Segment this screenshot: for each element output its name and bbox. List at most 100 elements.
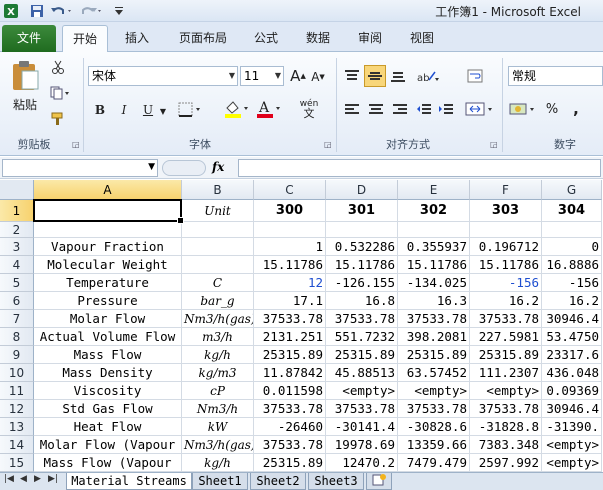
cell-a3[interactable]: Vapour Fraction bbox=[34, 238, 182, 256]
bold-button[interactable]: B bbox=[90, 100, 110, 120]
sheet-tab-sheet3[interactable]: Sheet3 bbox=[308, 473, 364, 490]
cell-d9[interactable]: 25315.89 bbox=[326, 346, 398, 364]
number-format-combo[interactable]: 常规 bbox=[508, 66, 603, 86]
row-header[interactable]: 5 bbox=[0, 274, 34, 292]
cell-d6[interactable]: 16.8 bbox=[326, 292, 398, 310]
column-header-e[interactable]: E bbox=[398, 180, 470, 200]
cell-b12[interactable]: Nm3/h bbox=[182, 400, 254, 418]
cell-c7[interactable]: 37533.78 bbox=[254, 310, 326, 328]
tab-view[interactable]: 视图 bbox=[400, 25, 444, 52]
cell-b9[interactable]: kg/h bbox=[182, 346, 254, 364]
clipboard-launcher-icon[interactable]: ◲ bbox=[72, 140, 80, 149]
cell-b15[interactable]: kg/h bbox=[182, 454, 254, 472]
column-header-g[interactable]: G bbox=[542, 180, 602, 200]
borders-icon[interactable] bbox=[176, 100, 206, 120]
cell-g11[interactable]: 0.09369 bbox=[542, 382, 602, 400]
cell-b5[interactable]: C bbox=[182, 274, 254, 292]
column-header-c[interactable]: C bbox=[254, 180, 326, 200]
cut-icon[interactable] bbox=[48, 58, 68, 76]
currency-icon[interactable] bbox=[508, 98, 538, 120]
cell-d2[interactable] bbox=[326, 222, 398, 238]
cell-e2[interactable] bbox=[398, 222, 470, 238]
cell-g5[interactable]: -156 bbox=[542, 274, 602, 292]
align-center-icon[interactable] bbox=[366, 100, 386, 120]
cell-e5[interactable]: -134.025 bbox=[398, 274, 470, 292]
align-bottom-icon[interactable] bbox=[388, 66, 408, 86]
row-header[interactable]: 12 bbox=[0, 400, 34, 418]
cell-c14[interactable]: 37533.78 bbox=[254, 436, 326, 454]
cell-c8[interactable]: 2131.251 bbox=[254, 328, 326, 346]
cell-c1[interactable]: 300 bbox=[254, 200, 326, 222]
customize-icon[interactable] bbox=[112, 3, 126, 19]
cell-f12[interactable]: 37533.78 bbox=[470, 400, 542, 418]
chevron-down-icon[interactable]: ▼ bbox=[148, 162, 155, 172]
tab-review[interactable]: 审阅 bbox=[348, 25, 392, 52]
fill-color-icon[interactable] bbox=[222, 98, 252, 120]
insert-sheet-icon[interactable] bbox=[366, 473, 392, 490]
cell-d13[interactable]: -30141.4 bbox=[326, 418, 398, 436]
insert-function-button[interactable]: fx bbox=[212, 160, 224, 174]
column-header-d[interactable]: D bbox=[326, 180, 398, 200]
cell-a14[interactable]: Molar Flow (Vapour bbox=[34, 436, 182, 454]
sheet-tab-sheet1[interactable]: Sheet1 bbox=[192, 473, 248, 490]
column-header-f[interactable]: F bbox=[470, 180, 542, 200]
cell-d1[interactable]: 301 bbox=[326, 200, 398, 222]
cell-d14[interactable]: 19978.69 bbox=[326, 436, 398, 454]
cell-g14[interactable]: <empty> bbox=[542, 436, 602, 454]
cell-f11[interactable]: <empty> bbox=[470, 382, 542, 400]
cell-f6[interactable]: 16.2 bbox=[470, 292, 542, 310]
row-header[interactable]: 4 bbox=[0, 256, 34, 274]
cell-f7[interactable]: 37533.78 bbox=[470, 310, 542, 328]
cell-e9[interactable]: 25315.89 bbox=[398, 346, 470, 364]
row-header[interactable]: 8 bbox=[0, 328, 34, 346]
prev-sheet-icon[interactable]: ◀ bbox=[20, 474, 27, 484]
font-name-combo[interactable]: 宋体 ▼ bbox=[88, 66, 238, 86]
cell-g12[interactable]: 30946.4 bbox=[542, 400, 602, 418]
cell-d5[interactable]: -126.155 bbox=[326, 274, 398, 292]
cell-b8[interactable]: m3/h bbox=[182, 328, 254, 346]
italic-button[interactable]: I bbox=[114, 100, 134, 120]
shrink-font-button[interactable]: A ▼ bbox=[310, 68, 326, 86]
cell-g8[interactable]: 53.4750 bbox=[542, 328, 602, 346]
align-middle-icon[interactable] bbox=[364, 65, 386, 87]
cell-e3[interactable]: 0.355937 bbox=[398, 238, 470, 256]
cell-f8[interactable]: 227.5981 bbox=[470, 328, 542, 346]
cell-c10[interactable]: 11.87842 bbox=[254, 364, 326, 382]
sheet-tab-sheet2[interactable]: Sheet2 bbox=[250, 473, 306, 490]
cell-d12[interactable]: 37533.78 bbox=[326, 400, 398, 418]
cell-a5[interactable]: Temperature bbox=[34, 274, 182, 292]
decrease-indent-icon[interactable] bbox=[414, 100, 434, 120]
cell-c2[interactable] bbox=[254, 222, 326, 238]
cell-d8[interactable]: 551.7232 bbox=[326, 328, 398, 346]
cell-f14[interactable]: 7383.348 bbox=[470, 436, 542, 454]
align-left-icon[interactable] bbox=[342, 100, 362, 120]
row-header[interactable]: 10 bbox=[0, 364, 34, 382]
phonetic-icon[interactable]: wén 文 bbox=[292, 98, 326, 120]
cell-c15[interactable]: 25315.89 bbox=[254, 454, 326, 472]
cell-f1[interactable]: 303 bbox=[470, 200, 542, 222]
cell-b10[interactable]: kg/m3 bbox=[182, 364, 254, 382]
undo-icon[interactable] bbox=[50, 3, 74, 19]
last-sheet-icon[interactable]: ▶| bbox=[48, 474, 58, 484]
save-icon[interactable] bbox=[29, 3, 45, 19]
spreadsheet-grid[interactable]: ABCDEFG 1 Unit 300 301 302 303 304 2 3 Vapour Fra… bbox=[0, 180, 603, 472]
tab-home[interactable]: 开始 bbox=[62, 25, 108, 52]
tab-insert[interactable]: 插入 bbox=[114, 25, 160, 52]
cell-d4[interactable]: 15.11786 bbox=[326, 256, 398, 274]
cell-e8[interactable]: 398.2081 bbox=[398, 328, 470, 346]
cell-a12[interactable]: Std Gas Flow bbox=[34, 400, 182, 418]
cell-e1[interactable]: 302 bbox=[398, 200, 470, 222]
cell-f4[interactable]: 15.11786 bbox=[470, 256, 542, 274]
increase-indent-icon[interactable] bbox=[436, 100, 456, 120]
comma-style-icon[interactable]: , bbox=[566, 98, 586, 120]
next-sheet-icon[interactable]: ▶ bbox=[34, 474, 41, 484]
row-header[interactable]: 11 bbox=[0, 382, 34, 400]
underline-button[interactable]: U bbox=[138, 100, 158, 120]
cell-g3[interactable]: 0 bbox=[542, 238, 602, 256]
sheet-tab-material-streams[interactable]: Material Streams bbox=[66, 473, 192, 490]
cell-g6[interactable]: 16.2 bbox=[542, 292, 602, 310]
row-header[interactable]: 7 bbox=[0, 310, 34, 328]
cell-d11[interactable]: <empty> bbox=[326, 382, 398, 400]
cell-a1[interactable] bbox=[34, 200, 182, 222]
cell-b7[interactable]: Nm3/h(gas) bbox=[182, 310, 254, 328]
